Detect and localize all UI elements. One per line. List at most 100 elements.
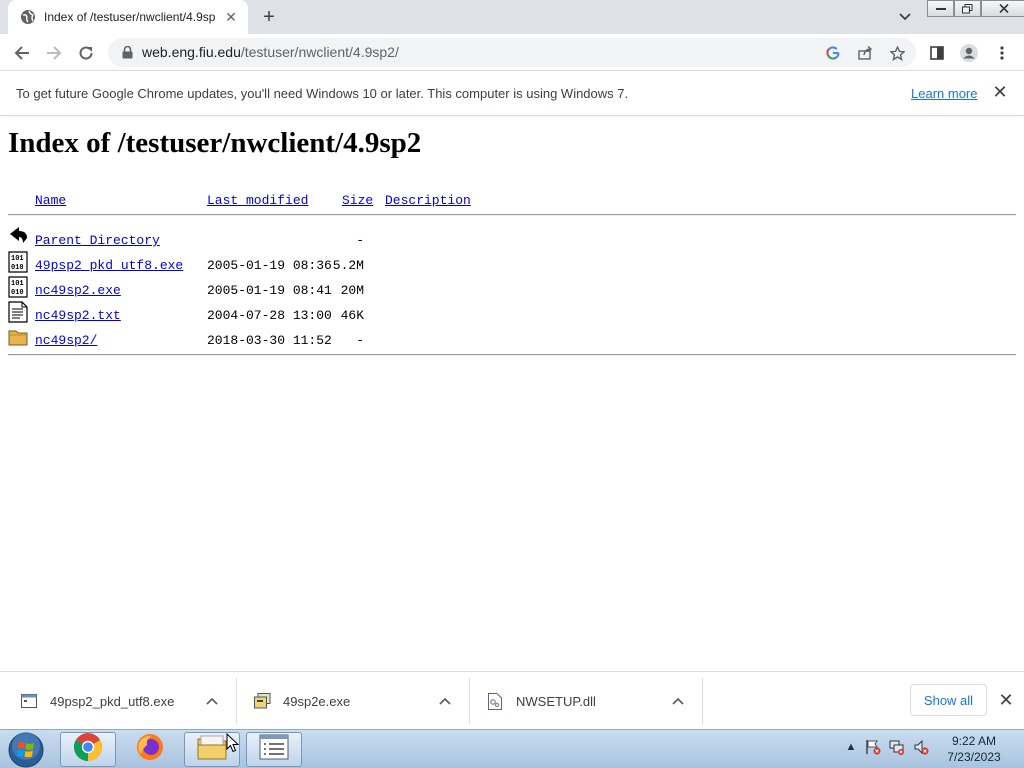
browser-toolbar: web.eng.fiu.edu/testuser/nwclient/4.9sp2… — [0, 34, 1024, 71]
binary-icon: 101 010 — [8, 251, 28, 273]
address-bar[interactable]: web.eng.fiu.edu/testuser/nwclient/4.9sp2… — [108, 38, 916, 67]
new-tab-button[interactable]: + — [256, 5, 282, 29]
file-explorer-icon — [196, 733, 228, 766]
share-icon[interactable] — [854, 43, 876, 63]
folder-icon — [8, 326, 28, 348]
file-link[interactable]: 49psp2_pkd_utf8.exe — [35, 258, 183, 273]
learn-more-link[interactable]: Learn more — [911, 86, 977, 101]
download-filename: 49psp2_pkd_utf8.exe — [50, 693, 175, 709]
clock-time: 9:22 AM — [951, 734, 997, 748]
bookmark-star-icon[interactable] — [886, 43, 908, 63]
row-size: 46K — [340, 308, 364, 323]
download-separator — [702, 678, 703, 724]
windows-taskbar: ▲ 9:22 AM 7/23/2023 — [0, 729, 1024, 768]
google-lens-icon[interactable] — [822, 43, 844, 63]
restore-button[interactable] — [954, 0, 981, 17]
listing-row: 101 010 nc49sp2.exe 2005-01-19 08:41 20M — [0, 276, 1024, 307]
firefox-icon — [135, 732, 165, 767]
infobar-message: To get future Google Chrome updates, you… — [16, 86, 629, 101]
download-separator — [469, 678, 470, 724]
row-modified: 2005-01-19 08:36 — [207, 258, 332, 273]
download-filename: NWSETUP.dll — [516, 693, 596, 709]
show-all-button[interactable]: Show all — [910, 684, 987, 716]
chrome-icon — [73, 732, 103, 767]
row-size: 20M — [340, 283, 364, 298]
taskbar-notepad[interactable] — [246, 732, 302, 767]
update-infobar: To get future Google Chrome updates, you… — [0, 71, 1024, 116]
column-last-modified-link[interactable]: Last modified — [207, 193, 308, 208]
file-link[interactable]: nc49sp2.exe — [35, 283, 121, 298]
download-filename: 49sp2e.exe — [283, 693, 351, 709]
folder-link[interactable]: nc49sp2/ — [35, 333, 97, 348]
reload-button[interactable] — [72, 39, 100, 67]
forward-button[interactable] — [40, 39, 68, 67]
download-item[interactable]: 49sp2e.exe — [253, 680, 463, 722]
menu-kebab-icon[interactable] — [989, 40, 1015, 66]
lock-icon[interactable] — [120, 45, 134, 59]
footer-divider — [8, 354, 1016, 356]
show-hidden-icons-icon[interactable]: ▲ — [842, 738, 860, 756]
globe-icon — [20, 9, 36, 25]
row-modified: 2005-01-19 08:41 — [207, 283, 332, 298]
text-file-icon — [8, 301, 28, 323]
side-panel-icon[interactable] — [924, 40, 950, 66]
file-link[interactable]: nc49sp2.txt — [35, 308, 121, 323]
network-icon[interactable] — [888, 738, 906, 756]
row-modified: 2004-07-28 13:00 — [207, 308, 332, 323]
action-center-flag-icon[interactable] — [864, 738, 882, 756]
taskbar-chrome[interactable] — [60, 732, 116, 767]
dll-file-icon — [486, 692, 504, 710]
exe-file-icon — [20, 692, 38, 710]
header-divider — [8, 214, 1016, 216]
download-shelf: 49psp2_pkd_utf8.exe 49sp2e.exe NWSETUP.d… — [0, 671, 1024, 729]
tab-strip: Index of /testuser/nwclient/4.9sp ✕ + — [0, 0, 1024, 34]
download-item[interactable]: 49psp2_pkd_utf8.exe — [20, 680, 230, 722]
infobar-close-icon[interactable]: ✕ — [990, 82, 1010, 102]
system-clock[interactable]: 9:22 AM 7/23/2023 — [938, 733, 1010, 765]
window-controls — [927, 0, 1024, 18]
column-size-link[interactable]: Size — [342, 193, 373, 208]
url-host: web.eng.fiu.edu — [142, 44, 241, 60]
mouse-cursor-icon — [226, 732, 240, 758]
svg-text:101: 101 — [11, 255, 24, 263]
url-text: web.eng.fiu.edu/testuser/nwclient/4.9sp2… — [142, 44, 399, 60]
svg-text:010: 010 — [11, 289, 24, 297]
notepad-icon — [259, 734, 289, 765]
tab-search-chevron-icon[interactable] — [893, 7, 917, 27]
row-size: - — [356, 233, 364, 248]
page-content: Index of /testuser/nwclient/4.9sp2 Name … — [0, 117, 1024, 671]
row-modified: 2018-03-30 11:52 — [207, 333, 332, 348]
close-shelf-icon[interactable]: ✕ — [996, 690, 1016, 710]
tab-close-icon[interactable]: ✕ — [222, 8, 240, 26]
page-title: Index of /testuser/nwclient/4.9sp2 — [8, 127, 422, 159]
svg-text:101: 101 — [11, 280, 24, 288]
listing-row: 101 010 49psp2_pkd_utf8.exe 2005-01-19 08… — [0, 251, 1024, 282]
back-icon — [8, 226, 28, 248]
close-window-button[interactable] — [981, 0, 1024, 17]
url-path: /testuser/nwclient/4.9sp2/ — [240, 44, 399, 60]
download-item[interactable]: NWSETUP.dll — [486, 680, 696, 722]
column-description-link[interactable]: Description — [385, 193, 471, 208]
chevron-up-icon[interactable] — [668, 691, 688, 711]
listing-row: nc49sp2.txt 2004-07-28 13:00 46K — [0, 301, 1024, 332]
binary-icon: 101 010 — [8, 276, 28, 298]
column-name-link[interactable]: Name — [35, 193, 66, 208]
tab-title: Index of /testuser/nwclient/4.9sp — [44, 10, 216, 24]
parent-directory-link[interactable]: Parent Directory — [35, 233, 160, 248]
chevron-up-icon[interactable] — [435, 691, 455, 711]
row-size: - — [356, 333, 364, 348]
chevron-up-icon[interactable] — [202, 691, 222, 711]
download-separator — [236, 678, 237, 724]
exe-file-icon — [253, 692, 271, 710]
minimize-button[interactable] — [927, 0, 954, 17]
clock-date: 7/23/2023 — [947, 750, 1001, 764]
listing-row: Parent Directory - — [0, 227, 1024, 257]
start-button[interactable] — [6, 731, 46, 768]
volume-muted-icon[interactable] — [912, 738, 930, 756]
tab-active[interactable]: Index of /testuser/nwclient/4.9sp ✕ — [8, 0, 248, 34]
back-button[interactable] — [8, 39, 36, 67]
profile-avatar-icon[interactable] — [956, 40, 982, 66]
taskbar-firefox[interactable] — [122, 732, 178, 767]
svg-text:010: 010 — [11, 264, 24, 272]
row-size: 5.2M — [332, 258, 364, 273]
